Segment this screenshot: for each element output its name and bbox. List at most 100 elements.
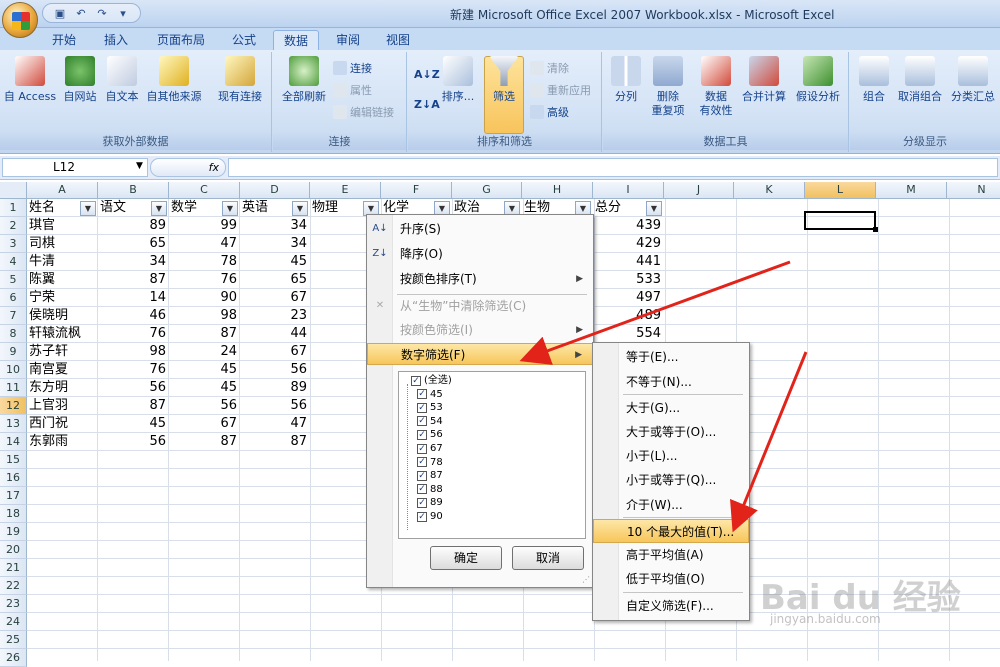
column-header-n[interactable]: N [947,182,1000,199]
filter-value-item[interactable]: ✓ 88 [417,483,443,496]
score-cell[interactable]: 98 [98,343,169,361]
column-header-c[interactable]: C [169,182,240,199]
score-cell[interactable]: 56 [240,397,310,415]
cancel-button[interactable]: 取消 [512,546,584,570]
customize-toolbar-icon[interactable]: ▾ [114,5,132,21]
existing-connections-button[interactable]: 现有连接 [214,56,266,104]
ok-button[interactable]: 确定 [430,546,502,570]
column-header-f[interactable]: F [381,182,452,199]
row-header-1[interactable]: 1 [0,199,27,217]
score-cell[interactable]: 76 [98,361,169,379]
filter-value-item[interactable]: ✓ 56 [417,428,443,441]
filter-value-item[interactable]: ✓ 89 [417,496,443,509]
checkbox-checked-icon[interactable]: ✓ [417,484,427,495]
score-cell[interactable]: 87 [98,271,169,289]
score-cell[interactable]: 99 [169,217,240,235]
row-header-13[interactable]: 13 [0,415,27,433]
checkbox-checked-icon[interactable]: ✓ [417,511,427,522]
consolidate-button[interactable]: 合并计算 [739,56,789,104]
name-cell[interactable]: 陈翼 [29,271,98,289]
name-box[interactable]: L12 [2,158,148,177]
formula-input[interactable] [228,158,998,177]
group-rows-button[interactable]: 组合 [856,56,892,104]
score-cell[interactable]: 56 [98,433,169,451]
row-header-18[interactable]: 18 [0,505,27,523]
checkbox-checked-icon[interactable]: ✓ [417,457,427,468]
clear-filter-item[interactable]: ✕ 从“生物”中清除筛选(C) [367,295,593,317]
total-cell[interactable]: 554 [593,325,664,343]
header-cell[interactable]: 姓名 [29,199,78,217]
filter-value-item[interactable]: ✓ 90 [417,510,443,523]
filter-value-item[interactable]: ✓ 78 [417,456,443,469]
score-cell[interactable]: 89 [98,217,169,235]
score-cell[interactable]: 87 [240,433,310,451]
score-cell[interactable]: 45 [98,415,169,433]
number-filter-option[interactable]: 10 个最大的值(T)... [593,519,749,543]
score-cell[interactable]: 87 [169,325,240,343]
checkbox-checked-icon[interactable]: ✓ [417,429,427,440]
sort-desc-small-button[interactable]: Z↓A [414,98,440,111]
column-header-k[interactable]: K [734,182,805,199]
score-cell[interactable]: 76 [98,325,169,343]
what-if-analysis-button[interactable]: 假设分析 [791,56,845,104]
name-box-dropdown-icon[interactable]: ▼ [136,161,143,171]
score-cell[interactable]: 34 [240,235,310,253]
row-header-9[interactable]: 9 [0,343,27,361]
filter-value-item[interactable]: ✓ 87 [417,469,443,482]
score-cell[interactable]: 24 [169,343,240,361]
score-cell[interactable]: 87 [98,397,169,415]
total-cell[interactable]: 489 [593,307,664,325]
total-cell[interactable]: 533 [593,271,664,289]
checkbox-checked-icon[interactable]: ✓ [411,375,421,386]
sort-button[interactable]: 排序... [438,56,478,104]
ungroup-button[interactable]: 取消组合 [896,56,944,104]
column-header-i[interactable]: I [593,182,664,199]
score-cell[interactable]: 45 [169,379,240,397]
subtotal-button[interactable]: 分类汇总 [948,56,998,104]
column-header-d[interactable]: D [240,182,310,199]
from-web-button[interactable]: 自网站 [60,56,100,104]
checkbox-checked-icon[interactable]: ✓ [417,402,427,413]
row-header-5[interactable]: 5 [0,271,27,289]
column-header-a[interactable]: A [27,182,98,199]
filter-dropdown-icon[interactable]: ▼ [222,201,238,216]
filter-value-item[interactable]: ✓ (全选) [411,374,452,387]
filter-dropdown-icon[interactable]: ▼ [80,201,96,216]
name-cell[interactable]: 东郭雨 [29,433,98,451]
score-cell[interactable]: 67 [240,343,310,361]
resize-grip-icon[interactable]: ⋰ [582,575,590,584]
checkbox-checked-icon[interactable]: ✓ [417,389,427,400]
checkbox-checked-icon[interactable]: ✓ [417,416,427,427]
filter-values-list[interactable]: ✓ (全选) ✓ 45 ✓ 53 ✓ 54 ✓ 56 ✓ 67 ✓ 78 ✓ 87 ✓ 88 ✓ 89 ✓ 90 [398,371,586,539]
filter-value-item[interactable]: ✓ 67 [417,442,443,455]
score-cell[interactable]: 23 [240,307,310,325]
score-cell[interactable]: 45 [169,361,240,379]
selected-cell-l12[interactable] [804,211,878,232]
score-cell[interactable]: 14 [98,289,169,307]
data-validation-button[interactable]: 数据 有效性 [695,56,737,118]
tab-insert[interactable]: 插入 [96,30,136,50]
score-cell[interactable]: 34 [240,217,310,235]
name-cell[interactable]: 西门祝 [29,415,98,433]
sort-asc-small-button[interactable]: A↓Z [414,68,440,81]
total-cell[interactable]: 441 [593,253,664,271]
row-header-3[interactable]: 3 [0,235,27,253]
refresh-all-button[interactable]: 全部刷新 [277,56,331,104]
row-header-7[interactable]: 7 [0,307,27,325]
row-header-10[interactable]: 10 [0,361,27,379]
tab-page-layout[interactable]: 页面布局 [150,30,212,50]
from-text-button[interactable]: 自文本 [102,56,142,104]
column-header-e[interactable]: E [310,182,381,199]
score-cell[interactable]: 87 [169,433,240,451]
number-filter-option[interactable]: 小于或等于(Q)... [593,468,749,492]
row-header-23[interactable]: 23 [0,595,27,613]
number-filter-option[interactable]: 小于(L)... [593,444,749,468]
tab-data[interactable]: 数据 [273,30,319,50]
score-cell[interactable]: 56 [169,397,240,415]
row-header-24[interactable]: 24 [0,613,27,631]
name-cell[interactable]: 牛清 [29,253,98,271]
score-cell[interactable]: 65 [240,271,310,289]
filter-button-content[interactable]: 筛选 [484,56,524,104]
row-header-25[interactable]: 25 [0,631,27,649]
edit-links-button[interactable]: 编辑链接 [333,104,394,120]
